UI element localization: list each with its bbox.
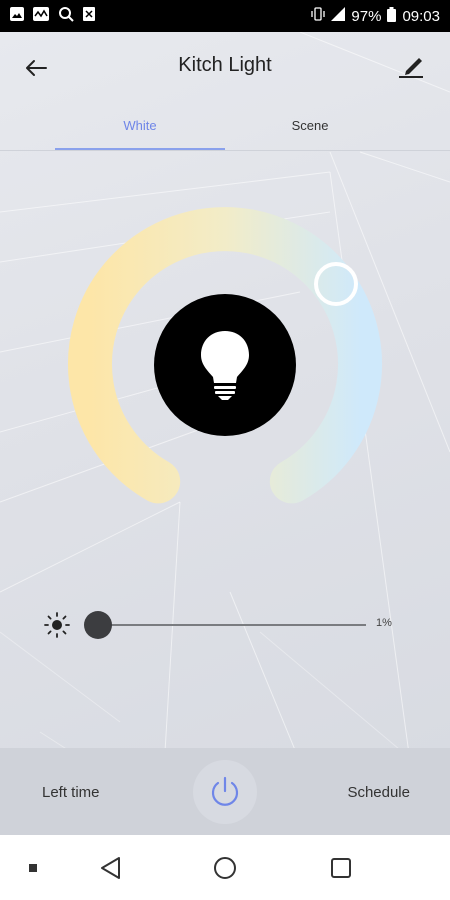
vibrate-icon (311, 7, 326, 25)
battery-icon (387, 6, 397, 26)
brightness-control: 1% (0, 602, 450, 648)
schedule-button[interactable]: Schedule (347, 784, 410, 801)
search-icon (58, 6, 74, 26)
brightness-slider-thumb[interactable] (84, 611, 112, 639)
gallery-icon (10, 7, 24, 25)
activity-icon (33, 7, 49, 25)
nav-home-button[interactable] (212, 855, 238, 881)
battery-percent: 97% (351, 7, 382, 25)
system-navigation-bar (0, 835, 450, 900)
brightness-value: 1% (376, 617, 392, 629)
dot-icon (29, 864, 37, 872)
system-icons: 97% 09:03 (311, 6, 440, 26)
nav-back-button[interactable] (97, 855, 123, 881)
light-bulb-icon (201, 331, 249, 400)
left-time-button[interactable]: Left time (42, 784, 100, 801)
light-bulb-button[interactable] (154, 294, 296, 436)
status-bar: 97% 09:03 (0, 0, 450, 32)
notification-icons (10, 6, 95, 26)
brightness-slider-track[interactable] (98, 624, 366, 626)
bottom-action-bar: Left time Schedule (0, 748, 450, 835)
power-icon (211, 776, 239, 806)
signal-icon (331, 7, 346, 25)
triangle-back-icon (101, 857, 120, 879)
circle-home-icon (214, 857, 236, 879)
brightness-icon (44, 612, 70, 638)
clock: 09:03 (402, 7, 440, 25)
file-icon (83, 7, 95, 25)
app-screen: Kitch Light White Scene 1% Left time Sch… (0, 32, 450, 835)
nav-recents-button[interactable] (328, 855, 354, 881)
square-recents-icon (331, 858, 351, 878)
recent-dot-button[interactable] (20, 855, 46, 881)
power-button[interactable] (193, 760, 257, 824)
